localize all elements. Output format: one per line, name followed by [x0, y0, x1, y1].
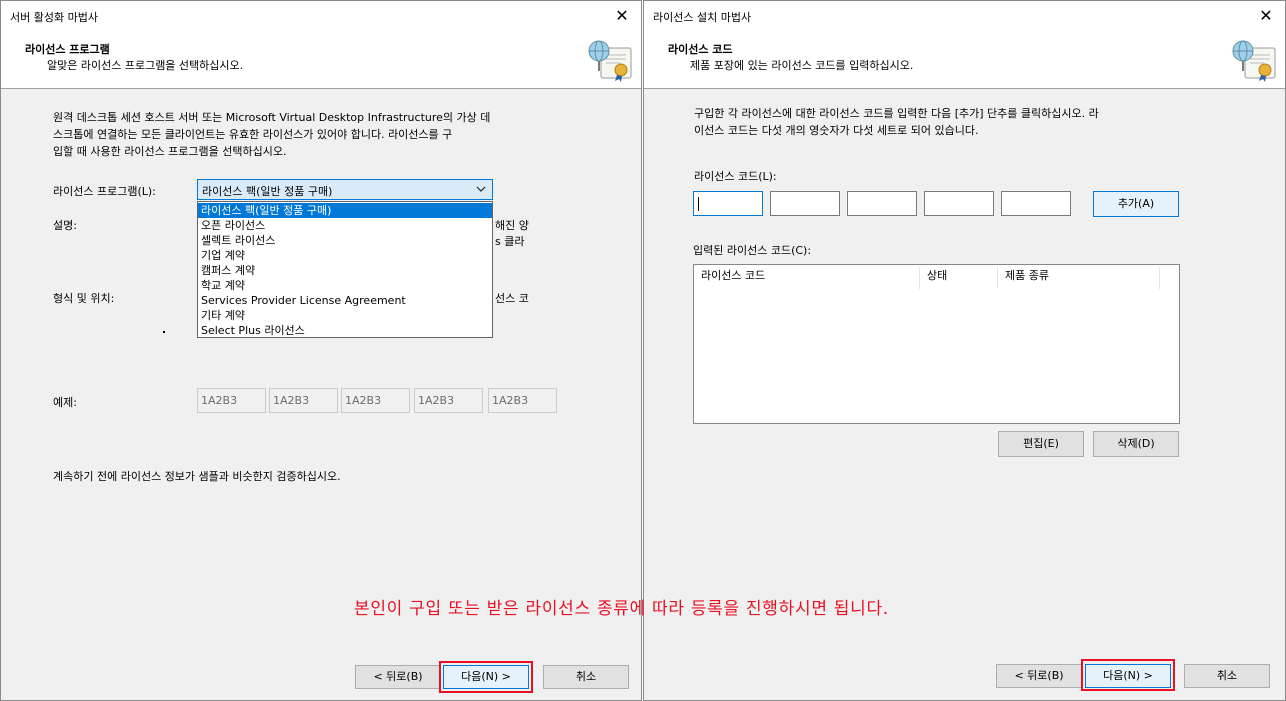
highlight-box: [439, 661, 533, 693]
verify-text: 계속하기 전에 라이선스 정보가 샘플과 비슷한지 검증하십시오.: [53, 470, 341, 483]
dropdown-option[interactable]: Select Plus 라이선스: [198, 323, 492, 338]
bullet-dot: [163, 331, 165, 333]
column-header-status[interactable]: 상태: [920, 267, 998, 289]
selected-program: 라이선스 팩(일반 정품 구매): [202, 185, 333, 198]
close-icon[interactable]: ✕: [1255, 5, 1277, 27]
intro-line: 구입한 각 라이선스에 대한 라이선스 코드를 입력한 다음 [추가] 단추를 …: [694, 107, 1099, 120]
intro-line: 스크톱에 연결하는 모든 클라이언트는 유효한 라이선스가 있어야 합니다. 라…: [53, 128, 453, 141]
add-button[interactable]: 추가(A): [1093, 191, 1179, 217]
license-code-label: 라이선스 코드(L):: [694, 170, 777, 183]
license-program-dropdown[interactable]: 라이선스 팩(일반 정품 구매) 오픈 라이선스 셀렉트 라이선스 기업 계약 …: [197, 201, 493, 338]
format-text-fragment: 선스 코: [495, 292, 529, 305]
column-header-product-type[interactable]: 제품 종류: [998, 267, 1160, 289]
title-bar: 라이선스 설치 마법사 ✕: [644, 1, 1285, 31]
certificate-icon: [1232, 40, 1276, 82]
back-button[interactable]: < 뒤로(B): [355, 665, 441, 689]
example-code-box: 1A2B3: [341, 388, 410, 413]
dropdown-option[interactable]: 캠퍼스 계약: [198, 263, 492, 278]
chevron-down-icon: [476, 186, 486, 192]
format-label: 형식 및 위치:: [53, 292, 115, 305]
example-code-box: 1A2B3: [197, 388, 266, 413]
text-caret: [698, 197, 699, 211]
entered-codes-label: 입력된 라이선스 코드(C):: [693, 244, 812, 257]
delete-button[interactable]: 삭제(D): [1093, 431, 1179, 457]
page-subtitle: 알맞은 라이선스 프로그램을 선택하십시오.: [47, 59, 244, 72]
license-code-input-4[interactable]: [924, 191, 994, 216]
cancel-button[interactable]: 취소: [543, 665, 629, 689]
intro-line: 원격 데스크톱 세션 호스트 서버 또는 Microsoft Virtual D…: [53, 111, 491, 124]
back-button[interactable]: < 뒤로(B): [996, 664, 1082, 688]
cancel-button[interactable]: 취소: [1184, 664, 1270, 688]
description-text-fragment: s 클라: [495, 235, 525, 248]
dropdown-option[interactable]: 셀렉트 라이선스: [198, 233, 492, 248]
close-icon[interactable]: ✕: [611, 5, 633, 27]
license-code-input-5[interactable]: [1001, 191, 1071, 216]
license-program-select[interactable]: 라이선스 팩(일반 정품 구매): [197, 179, 493, 200]
license-code-input-2[interactable]: [770, 191, 840, 216]
certificate-icon: [588, 40, 632, 82]
program-label: 라이선스 프로그램(L):: [53, 185, 156, 198]
example-code-box: 1A2B3: [414, 388, 483, 413]
edit-button[interactable]: 편집(E): [998, 431, 1084, 457]
intro-line: 이선스 코드는 다섯 개의 영숫자가 다섯 세트로 되어 있습니다.: [694, 124, 979, 137]
license-code-input-3[interactable]: [847, 191, 917, 216]
entered-codes-list[interactable]: 라이선스 코드 상태 제품 종류: [693, 264, 1180, 424]
intro-text: 원격 데스크톱 세션 호스트 서버 또는 Microsoft Virtual D…: [53, 109, 490, 160]
example-label: 예제:: [53, 396, 77, 409]
intro-line: 입할 때 사용한 라이선스 프로그램을 선택하십시오.: [53, 145, 287, 158]
dropdown-option[interactable]: 학교 계약: [198, 278, 492, 293]
license-code-input-1[interactable]: [693, 191, 763, 216]
title-bar: 서버 활성화 마법사 ✕: [1, 1, 641, 31]
highlight-box: [1081, 659, 1175, 691]
window-title: 라이선스 설치 마법사: [653, 11, 752, 24]
dropdown-option[interactable]: Services Provider License Agreement: [198, 293, 492, 308]
example-code-box: 1A2B3: [269, 388, 338, 413]
description-label: 설명:: [53, 219, 77, 232]
dropdown-option[interactable]: 라이선스 팩(일반 정품 구매): [198, 203, 492, 218]
column-header-license-code[interactable]: 라이선스 코드: [694, 267, 920, 289]
annotation-text: 본인이 구입 또는 받은 라이선스 종류에 따라 등록을 진행하시면 됩니다.: [354, 599, 889, 619]
page-title: 라이선스 프로그램: [25, 43, 110, 56]
wizard-header: 라이선스 코드 제품 포장에 있는 라이선스 코드를 입력하십시오.: [644, 31, 1285, 89]
wizard-header: 라이선스 프로그램 알맞은 라이선스 프로그램을 선택하십시오.: [1, 31, 641, 89]
page-title: 라이선스 코드: [668, 43, 733, 56]
window-title: 서버 활성화 마법사: [10, 11, 98, 24]
dropdown-option[interactable]: 기업 계약: [198, 248, 492, 263]
example-code-box: 1A2B3: [488, 388, 557, 413]
dropdown-option[interactable]: 오픈 라이선스: [198, 218, 492, 233]
page-subtitle: 제품 포장에 있는 라이선스 코드를 입력하십시오.: [690, 59, 914, 72]
dropdown-option[interactable]: 기타 계약: [198, 308, 492, 323]
intro-text: 구입한 각 라이선스에 대한 라이선스 코드를 입력한 다음 [추가] 단추를 …: [694, 105, 1099, 139]
description-text-fragment: 해진 양: [495, 219, 529, 232]
